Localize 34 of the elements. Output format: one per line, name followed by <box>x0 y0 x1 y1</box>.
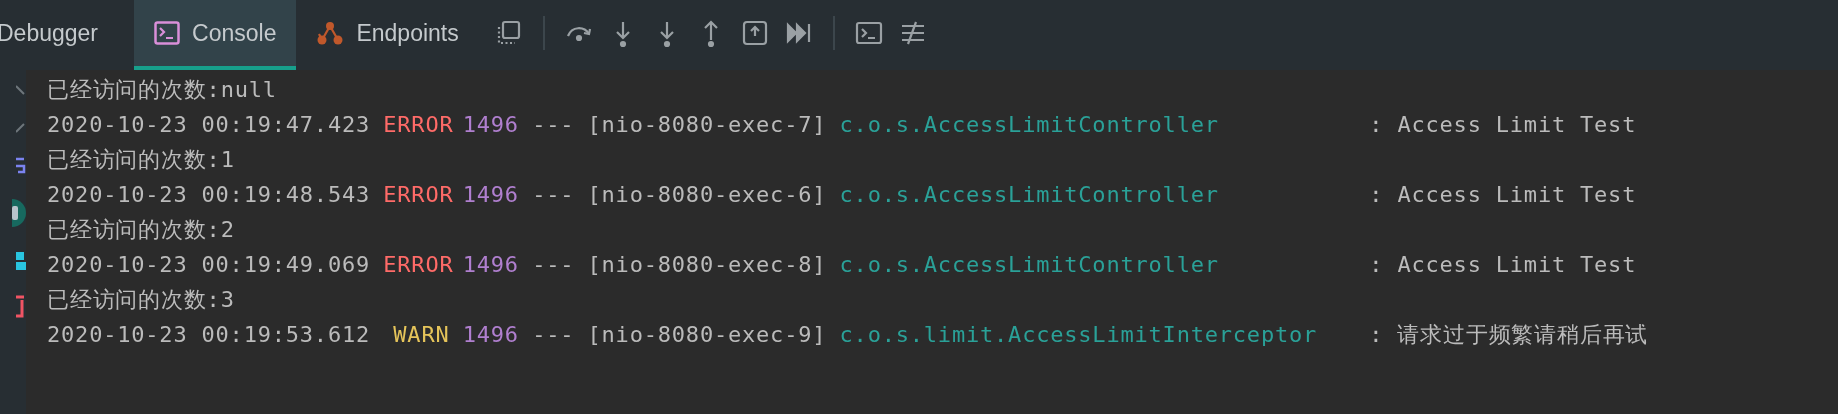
nodes-icon <box>316 20 345 46</box>
console-line: 已经访问的次数:3 <box>47 286 236 314</box>
timestamp: 2020-10-23 00:19:47.423 <box>47 111 371 139</box>
console-line: 已经访问的次数:2 <box>47 216 236 244</box>
logger-name: c.o.s.AccessLimitController <box>839 251 1219 279</box>
process-id: 1496 <box>462 251 519 279</box>
thread-name: [nio-8080-exec-7] <box>587 111 827 139</box>
log-message: : 请求过于频繁请稍后再试 <box>1369 321 1649 349</box>
log-level: WARN <box>392 321 450 349</box>
process-id: 1496 <box>462 111 519 139</box>
logger-name: c.o.s.AccessLimitController <box>839 111 1219 139</box>
process-id: 1496 <box>462 181 519 209</box>
log-message: : Access Limit Test <box>1369 181 1637 209</box>
separator: --- <box>532 111 575 139</box>
tab[interactable]: Endpoints <box>296 0 479 70</box>
log-message: : Access Limit Test <box>1369 251 1637 279</box>
timestamp: 2020-10-23 00:19:53.612 <box>47 321 371 349</box>
thread-name: [nio-8080-exec-8] <box>587 251 827 279</box>
timestamp: 2020-10-23 00:19:48.543 <box>47 181 371 209</box>
tab[interactable]: Console <box>134 0 297 70</box>
chevron-down-icon <box>16 120 26 134</box>
console-line: 已经访问的次数:1 <box>47 146 236 174</box>
thread-name: [nio-8080-exec-9] <box>587 321 827 349</box>
timestamp: 2020-10-23 00:19:49.069 <box>47 251 371 279</box>
separator: --- <box>532 181 575 209</box>
log-message: : Access Limit Test <box>1369 111 1637 139</box>
process-id: 1496 <box>462 321 519 349</box>
logger-name: c.o.s.AccessLimitController <box>839 181 1219 209</box>
console-line: 已经访问的次数:null <box>47 76 278 104</box>
separator: --- <box>532 251 575 279</box>
separator: --- <box>532 321 575 349</box>
console-icon <box>154 21 181 45</box>
thread-name: [nio-8080-exec-6] <box>587 181 827 209</box>
logger-name: c.o.s.limit.AccessLimitInterceptor <box>839 321 1318 349</box>
